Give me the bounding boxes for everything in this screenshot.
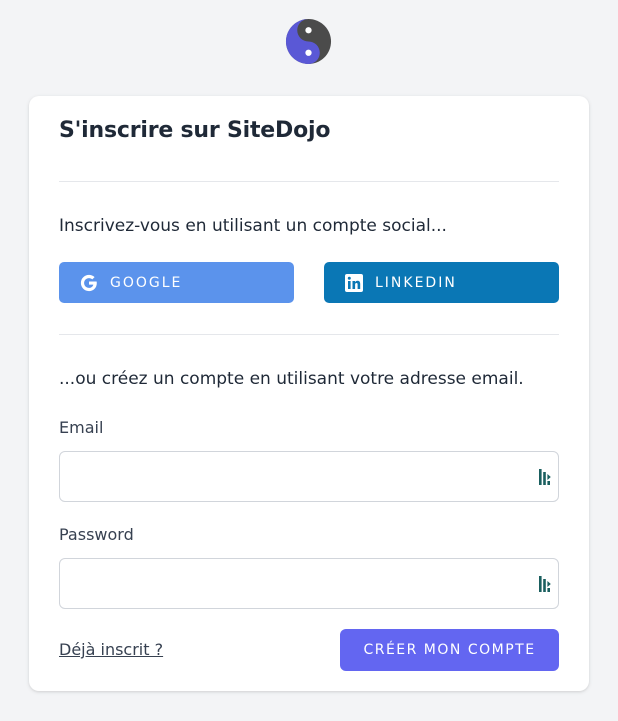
login-link[interactable]: Déjà inscrit ? bbox=[59, 640, 163, 659]
password-label: Password bbox=[59, 525, 134, 544]
password-manager-icon[interactable] bbox=[538, 468, 552, 486]
password-manager-icon[interactable] bbox=[538, 575, 552, 593]
email-input[interactable] bbox=[60, 452, 558, 501]
signup-card: S'inscrire sur SiteDojo Inscrivez-vous e… bbox=[29, 96, 589, 691]
divider bbox=[59, 334, 559, 335]
password-field bbox=[59, 558, 559, 609]
divider bbox=[59, 181, 559, 182]
social-intro-text: Inscrivez-vous en utilisant un compte so… bbox=[59, 216, 447, 236]
email-intro-text: ...ou créez un compte en utilisant votre… bbox=[59, 369, 524, 389]
linkedin-icon bbox=[345, 273, 363, 292]
page-title: S'inscrire sur SiteDojo bbox=[59, 118, 331, 143]
email-field bbox=[59, 451, 559, 502]
password-input[interactable] bbox=[60, 559, 558, 608]
email-label: Email bbox=[59, 418, 104, 437]
yin-yang-icon bbox=[285, 18, 332, 65]
google-signup-button[interactable]: GOOGLE bbox=[59, 262, 294, 303]
google-icon bbox=[80, 274, 97, 291]
linkedin-signup-button[interactable]: LINKEDIN bbox=[324, 262, 559, 303]
linkedin-button-label: LINKEDIN bbox=[375, 274, 457, 291]
create-account-button[interactable]: CRÉER MON COMPTE bbox=[340, 629, 559, 671]
google-button-label: GOOGLE bbox=[110, 274, 183, 291]
